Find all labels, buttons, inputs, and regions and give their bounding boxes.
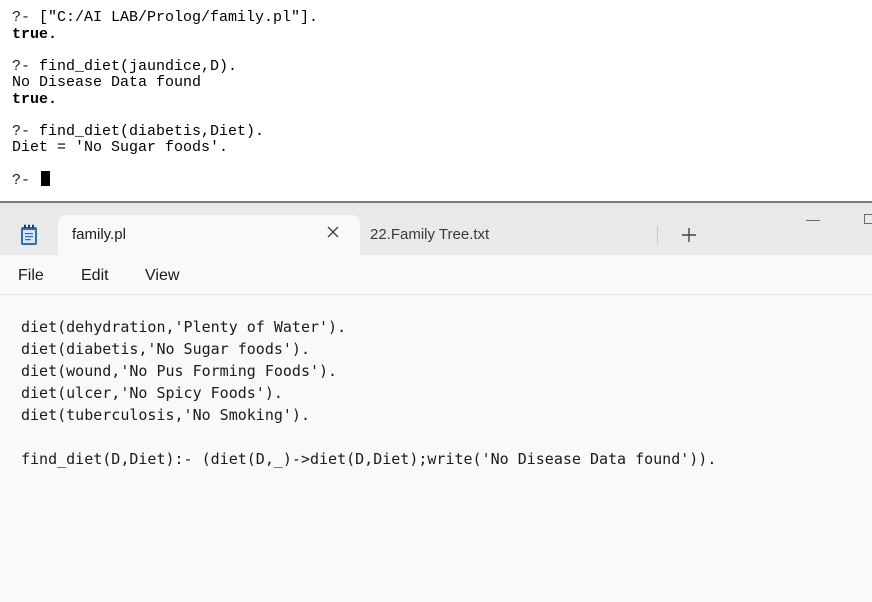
console-output: No Disease Data found [12,74,202,91]
console-prompt[interactable]: ?- [12,171,51,189]
code-line: diet(tuberculosis,'No Smoking'). [21,406,310,424]
console-line: ?- find_diet(jaundice,D). [12,58,238,75]
menu-file[interactable]: File [18,267,44,285]
code-line: diet(ulcer,'No Spicy Foods'). [21,384,283,402]
text-cursor [41,171,51,186]
console-output: Diet = 'No Sugar foods'. [12,139,229,156]
code-line: find_diet(D,Diet):- (diet(D,_)->diet(D,D… [21,450,717,468]
console-result: true. [12,91,58,108]
menu-view[interactable]: View [145,267,179,285]
text-editor[interactable]: diet(dehydration,'Plenty of Water'). die… [0,295,872,602]
console-line: ?- find_diet(diabetis,Diet). [12,123,265,140]
notepad-window: family.pl 22.Family Tree.txt File Edit V… [0,203,872,602]
tab-label[interactable]: family.pl [72,226,126,243]
minimize-icon[interactable] [806,220,820,221]
plus-icon[interactable] [679,225,699,245]
maximize-icon[interactable] [864,214,872,224]
tab-family-tree[interactable]: 22.Family Tree.txt [370,226,489,243]
menu-bar: File Edit View [0,255,872,295]
console-line: ?- ["C:/AI LAB/Prolog/family.pl"]. [12,9,319,26]
tab-separator [657,226,658,244]
close-icon[interactable] [324,223,342,241]
notepad-icon [21,224,37,245]
code-line: diet(dehydration,'Plenty of Water'). [21,318,347,336]
menu-edit[interactable]: Edit [81,267,109,285]
code-line: diet(wound,'No Pus Forming Foods'). [21,362,338,380]
tab-bar: family.pl 22.Family Tree.txt [0,203,872,255]
console-result: true. [12,26,58,43]
code-line: diet(diabetis,'No Sugar foods'). [21,340,310,358]
prolog-console[interactable]: ?- ["C:/AI LAB/Prolog/family.pl"]. true.… [0,0,872,201]
